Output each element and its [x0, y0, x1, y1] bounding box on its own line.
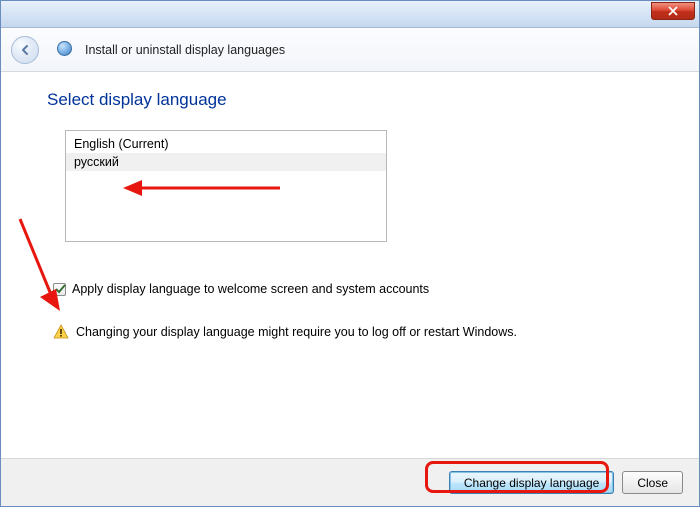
warning-row: Changing your display language might req… — [53, 324, 661, 340]
arrow-left-icon — [18, 43, 32, 57]
checkbox-row: Apply display language to welcome screen… — [53, 282, 661, 296]
warning-icon — [53, 324, 69, 340]
window-close-button[interactable] — [651, 2, 695, 20]
warning-text: Changing your display language might req… — [76, 325, 517, 339]
language-listbox[interactable]: English (Current) русский — [65, 130, 387, 242]
titlebar — [1, 1, 699, 28]
close-button[interactable]: Close — [622, 471, 683, 494]
checkmark-icon — [54, 283, 66, 295]
footer: Change display language Close — [1, 458, 699, 506]
language-item[interactable]: English (Current) — [66, 135, 386, 153]
dialog-window: Install or uninstall display languages S… — [0, 0, 700, 507]
apply-welcome-checkbox[interactable] — [53, 283, 66, 296]
back-button[interactable] — [11, 36, 39, 64]
content-area: Select display language English (Current… — [1, 72, 699, 458]
wizard-title: Install or uninstall display languages — [85, 43, 285, 57]
checkbox-label: Apply display language to welcome screen… — [72, 282, 429, 296]
close-icon — [667, 6, 679, 16]
wizard-header: Install or uninstall display languages — [1, 28, 699, 72]
page-heading: Select display language — [47, 90, 661, 110]
change-language-button[interactable]: Change display language — [449, 471, 614, 494]
language-item[interactable]: русский — [66, 153, 386, 171]
globe-icon — [57, 41, 75, 59]
